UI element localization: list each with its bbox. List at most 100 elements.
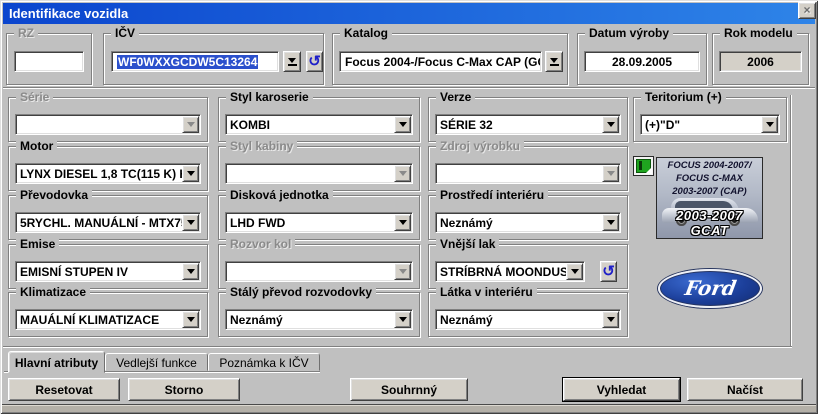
panel-bottom-edge: [3, 346, 792, 348]
serie-combobox: [15, 114, 201, 135]
verze-dropdown-button[interactable]: [602, 116, 619, 133]
zdroj-vyrobku-value: [437, 165, 602, 182]
chevron-down-icon: [606, 220, 615, 225]
storno-button[interactable]: Storno: [128, 378, 240, 401]
rok-modelu-label: Rok modelu: [720, 26, 797, 40]
katalog-label: Katalog: [340, 26, 393, 40]
icv-dropdown-button[interactable]: [283, 51, 301, 72]
chevron-down-icon: [606, 171, 615, 176]
serie-dropdown-button: [182, 116, 199, 133]
nacist-button[interactable]: Načíst: [687, 378, 803, 401]
diskova-jednotka-dropdown-button[interactable]: [394, 214, 411, 231]
verze-combobox[interactable]: SÉRIE 32: [435, 114, 621, 135]
styl-karoserie-combobox[interactable]: KOMBI: [225, 114, 413, 135]
teritorium-combobox[interactable]: (+)"D": [640, 114, 780, 135]
panel-right-edge: [790, 95, 792, 346]
vnejsi-lak-dropdown-button[interactable]: [566, 263, 583, 280]
motor-label: Motor: [16, 139, 58, 153]
teritorium-value: (+)"D": [645, 118, 681, 132]
chevron-down-icon: [398, 269, 407, 274]
icv-input[interactable]: WF0WXXGCDW5C13264: [111, 51, 279, 72]
group-katalog: Katalog Focus 2004-/Focus C-Max CAP (GC: [332, 26, 568, 85]
prevodovka-combobox[interactable]: 5RYCHL. MANUÁLNÍ - MTX75: [15, 212, 201, 233]
chevron-down-icon: [570, 269, 579, 274]
ford-logo-text: Ford: [682, 275, 738, 300]
chevron-down-icon: [398, 122, 407, 127]
refresh-icon: ↺: [308, 53, 321, 70]
styl-karoserie-value: KOMBI: [230, 118, 270, 132]
icv-label: IČV: [111, 26, 140, 40]
klimatizace-combobox[interactable]: MAUÁLNÍ KLIMATIZACE: [15, 309, 201, 330]
close-button[interactable]: ×: [798, 2, 816, 19]
prevodovka-dropdown-button[interactable]: [182, 214, 199, 231]
styl-kabiny-dropdown-button: [394, 165, 411, 182]
tab-poznamka-k-icv[interactable]: Poznámka k IČV: [208, 353, 320, 371]
icv-value-wrap: WF0WXXGCDW5C13264: [113, 53, 277, 70]
emise-combobox[interactable]: EMISNÍ STUPEN IV: [15, 261, 201, 282]
datum-vyroby-input[interactable]: 28.09.2005: [584, 51, 700, 72]
zdroj-vyrobku-combobox: [435, 163, 621, 184]
close-icon: ×: [803, 3, 811, 17]
button-label: Načíst: [726, 382, 764, 397]
latka-v-interieru-label: Látka v interiéru: [436, 285, 537, 299]
catalog-book-icon: [633, 156, 654, 176]
group-styl-kabiny: Styl kabiny: [218, 139, 420, 191]
vnejsi-lak-label: Vnější lak: [436, 237, 500, 251]
title-bar: Identifikace vozidla: [3, 3, 815, 24]
chevron-down-icon: [186, 171, 195, 176]
group-rok-modelu: Rok modelu 2006: [712, 26, 809, 85]
klimatizace-dropdown-button[interactable]: [182, 311, 199, 328]
vyhledat-button[interactable]: Vyhledat: [562, 377, 681, 402]
group-prevodovka: Převodovka 5RYCHL. MANUÁLNÍ - MTX75: [8, 188, 208, 240]
catalog-image-line2: FOCUS C-MAX: [675, 173, 744, 184]
tab-vedlejsi-funkce[interactable]: Vedlejší funkce: [105, 353, 208, 371]
latka-v-interieru-combobox[interactable]: Neznámý: [435, 309, 621, 330]
katalog-combobox[interactable]: Focus 2004-/Focus C-Max CAP (GC: [339, 51, 542, 72]
styl-kabiny-combobox: [225, 163, 413, 184]
katalog-dropdown-button[interactable]: [545, 51, 563, 72]
verze-value: SÉRIE 32: [440, 118, 493, 132]
vnejsi-lak-combobox[interactable]: STRÍBRNÁ MOONDUST (M: [435, 261, 585, 282]
prostredi-interieru-dropdown-button[interactable]: [602, 214, 619, 231]
latka-v-interieru-dropdown-button[interactable]: [602, 311, 619, 328]
tab-label: Hlavní atributy: [14, 356, 99, 370]
catalog-image-line1: FOCUS 2004-2007/: [667, 160, 752, 171]
chevron-down-icon: [186, 220, 195, 225]
rok-modelu-field: 2006: [719, 51, 802, 72]
refresh-icon: ↺: [602, 263, 615, 280]
chevron-down-icon: [765, 122, 774, 127]
staly-prevod-combobox[interactable]: Neznámý: [225, 309, 413, 330]
button-label: Souhrnný: [381, 382, 437, 397]
tab-hlavni-atributy[interactable]: Hlavní atributy: [8, 351, 105, 373]
rz-value: [16, 53, 82, 70]
teritorium-dropdown-button[interactable]: [761, 116, 778, 133]
emise-label: Emise: [16, 237, 60, 251]
group-zdroj-vyrobku: Zdroj výrobku: [428, 139, 628, 191]
vnejsi-lak-refresh-button[interactable]: ↺: [600, 261, 617, 282]
tab-label: Poznámka k IČV: [219, 356, 309, 370]
motor-dropdown-button[interactable]: [182, 165, 199, 182]
klimatizace-label: Klimatizace: [16, 285, 91, 299]
resetovat-button[interactable]: Resetovat: [8, 378, 120, 401]
datum-vyroby-value: 28.09.2005: [611, 55, 673, 69]
staly-prevod-dropdown-button[interactable]: [394, 311, 411, 328]
rz-input[interactable]: [14, 51, 84, 72]
motor-combobox[interactable]: LYNX DIESEL 1,8 TC(115 K) H: [15, 163, 201, 184]
styl-kabiny-value: [227, 165, 394, 182]
souhrnny-button[interactable]: Souhrnný: [350, 378, 468, 401]
catalog-image: FOCUS 2004-2007/ FOCUS C-MAX 2003-2007 (…: [656, 157, 763, 239]
datum-vyroby-label: Datum výroby: [585, 26, 674, 40]
emise-dropdown-button[interactable]: [182, 263, 199, 280]
styl-karoserie-dropdown-button[interactable]: [394, 116, 411, 133]
zdroj-vyrobku-dropdown-button: [602, 165, 619, 182]
prevodovka-label: Převodovka: [16, 188, 93, 202]
chevron-down-icon: [186, 317, 195, 322]
icv-refresh-button[interactable]: ↺: [306, 51, 323, 72]
rok-modelu-value: 2006: [747, 55, 774, 69]
diskova-jednotka-combobox[interactable]: LHD FWD: [225, 212, 413, 233]
katalog-value: Focus 2004-/Focus C-Max CAP (GC: [345, 55, 540, 69]
separator-line: [3, 87, 815, 89]
tab-label: Vedlejší funkce: [116, 356, 197, 370]
rozvor-kol-combobox: [225, 261, 413, 282]
prostredi-interieru-combobox[interactable]: Neznámý: [435, 212, 621, 233]
